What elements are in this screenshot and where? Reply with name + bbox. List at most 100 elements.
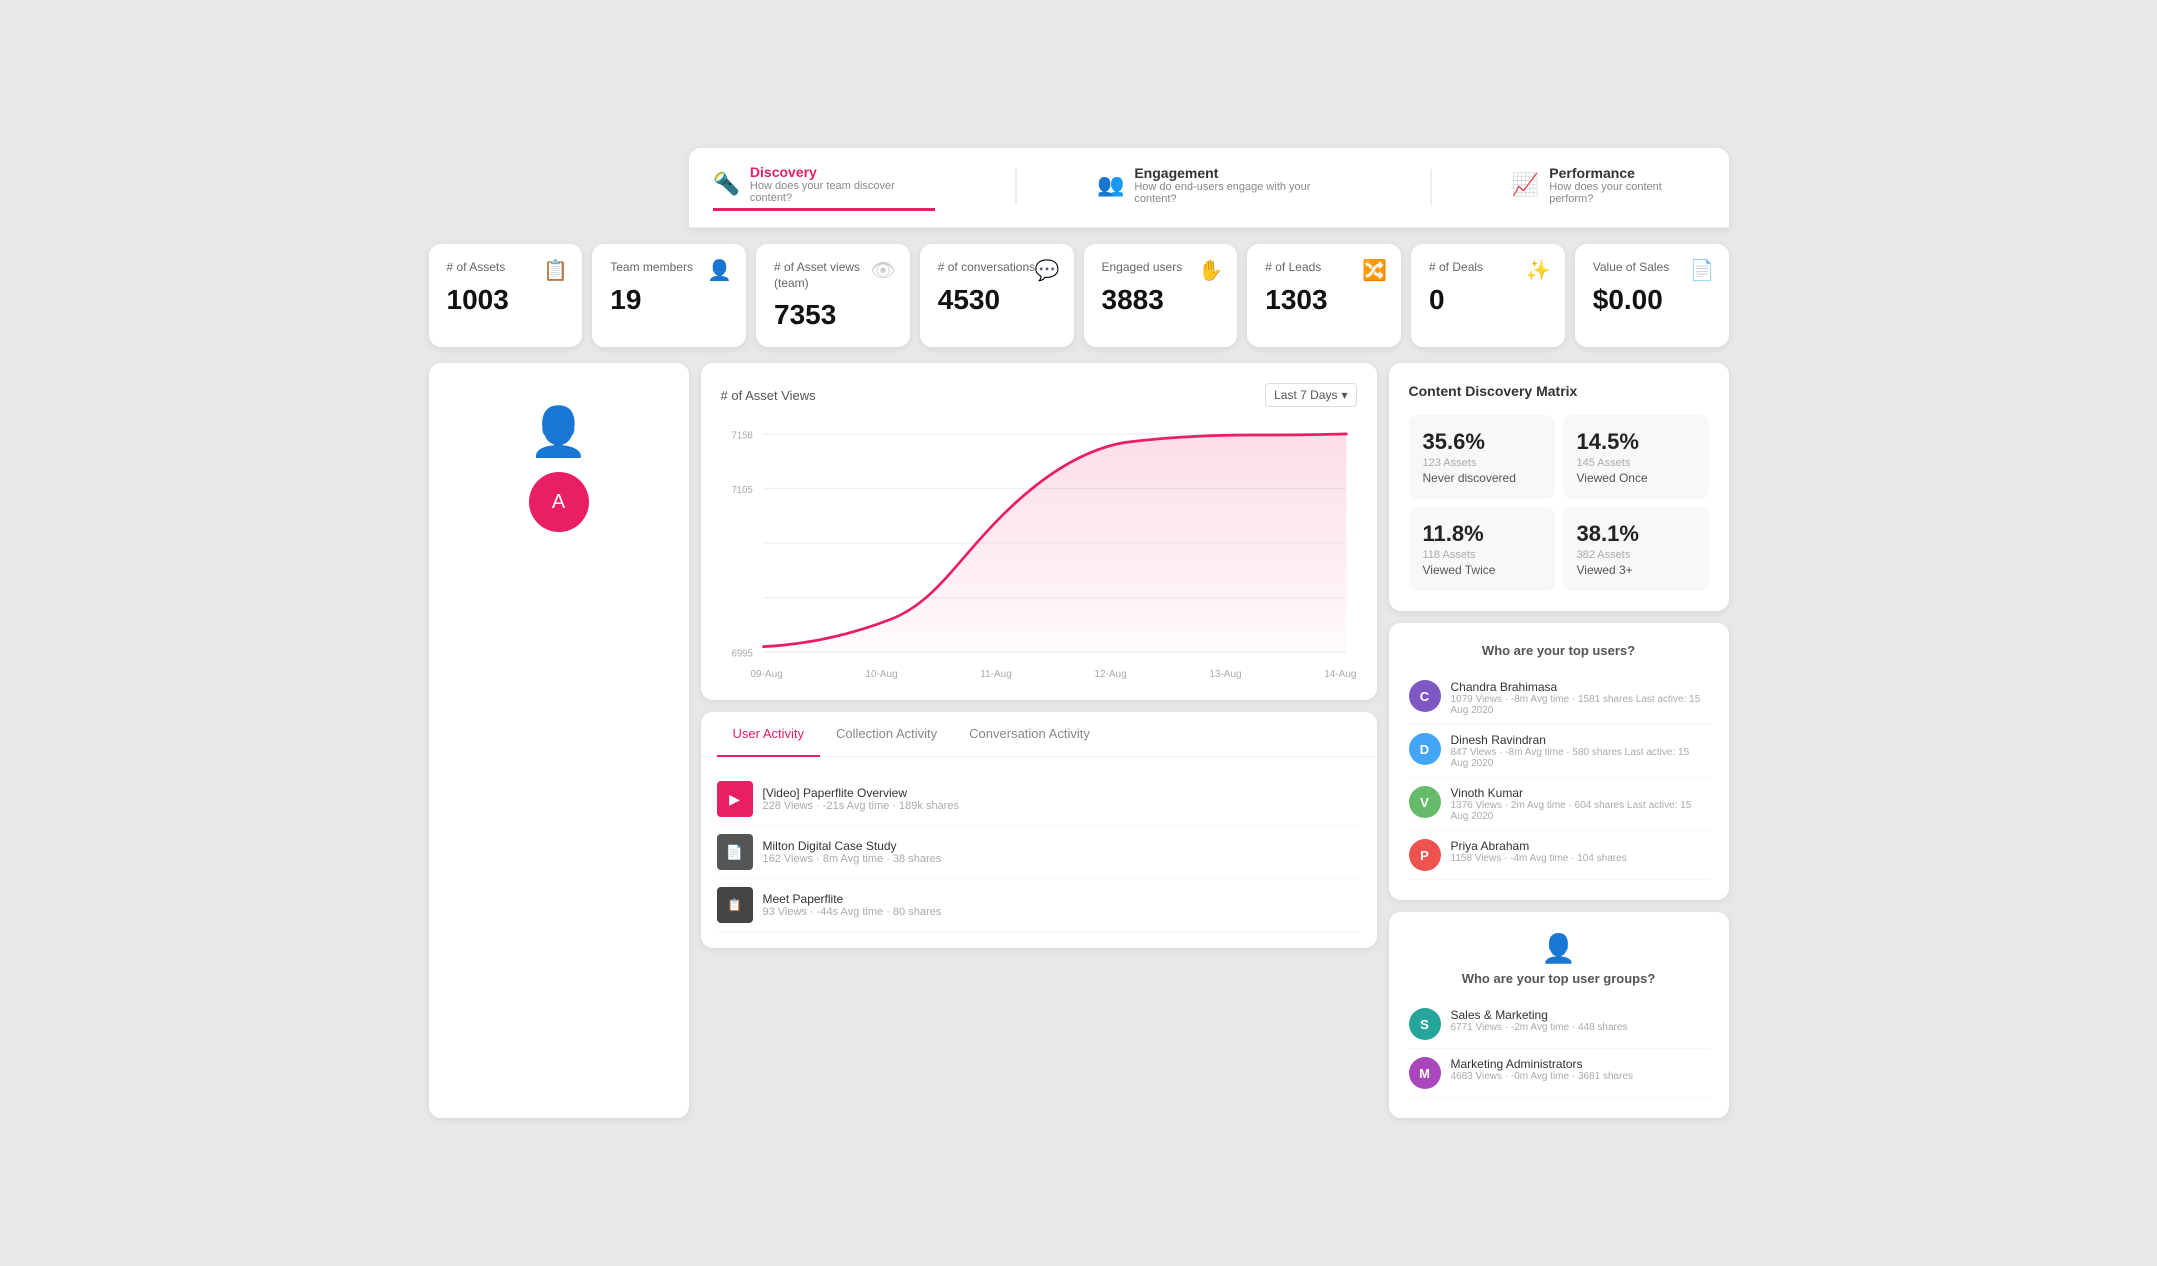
svg-text:7105: 7105 — [731, 485, 752, 496]
chart-filter-chevron: ▾ — [1341, 388, 1347, 402]
deals-icon: ✨ — [1526, 258, 1551, 283]
matrix-cell-1: 14.5% 145 Assets Viewed Once — [1563, 415, 1709, 499]
sidebar-avatar: A — [529, 472, 589, 532]
matrix-cell-2: 11.8% 118 Assets Viewed Twice — [1409, 507, 1555, 591]
asset-info-2: Meet Paperflite 93 Views · -44s Avg time… — [763, 892, 942, 918]
performance-icon: 📈 — [1512, 172, 1539, 198]
tab-performance[interactable]: 📈 Performance How does your content perf… — [1512, 165, 1705, 209]
bottom-panel: User Activity Collection Activity Conver… — [701, 712, 1377, 948]
asset-thumb-2: 📋 — [717, 887, 753, 923]
metric-card-team: 👤 Team members 19 — [592, 244, 746, 347]
asset-name-2: Meet Paperflite — [763, 892, 942, 906]
top-groups-card: 👤 Who are your top user groups? S Sales … — [1389, 912, 1729, 1118]
dashboard-container: 🔦 Discovery How does your team discover … — [429, 148, 1729, 1118]
matrix-assets-3: 382 Assets — [1577, 549, 1695, 561]
matrix-cell-3: 38.1% 382 Assets Viewed 3+ — [1563, 507, 1709, 591]
svg-text:7158: 7158 — [731, 430, 752, 441]
matrix-assets-2: 118 Assets — [1423, 549, 1541, 561]
matrix-pct-3: 38.1% — [1577, 521, 1695, 547]
top-nav-bar: 🔦 Discovery How does your team discover … — [689, 148, 1729, 228]
user-item: P Priya Abraham 1158 Views · -4m Avg tim… — [1409, 831, 1709, 880]
user-name-3: Priya Abraham — [1451, 839, 1627, 853]
nav-divider-2 — [1430, 169, 1432, 205]
leads-value: 1303 — [1265, 284, 1383, 316]
center-panel: # of Asset Views Last 7 Days ▾ — [701, 363, 1377, 1118]
group-avatar-0: S — [1409, 1008, 1441, 1040]
chart-x-labels: 09-Aug 10-Aug 11-Aug 12-Aug 13-Aug 14-Au… — [721, 663, 1357, 680]
engagement-icon: 👥 — [1097, 172, 1124, 198]
engaged-value: 3883 — [1102, 284, 1220, 316]
discovery-matrix-title: Content Discovery Matrix — [1409, 383, 1709, 399]
chart-filter-button[interactable]: Last 7 Days ▾ — [1265, 383, 1356, 407]
tab-user-activity[interactable]: User Activity — [717, 712, 821, 757]
chart-filter-label: Last 7 Days — [1274, 388, 1337, 402]
user-stats-2: 1376 Views · 2m Avg time · 604 shares La… — [1451, 800, 1709, 822]
user-avatar-0: C — [1409, 680, 1441, 712]
x-label-2: 11-Aug — [980, 669, 1012, 680]
matrix-pct-2: 11.8% — [1423, 521, 1541, 547]
matrix-label-2: Viewed Twice — [1423, 563, 1541, 577]
x-label-1: 10-Aug — [865, 669, 897, 680]
left-sidebar: 👤 A — [429, 363, 689, 1118]
group-stats-1: 4683 Views · -0m Avg time · 3681 shares — [1451, 1071, 1634, 1082]
x-label-0: 09-Aug — [751, 669, 783, 680]
group-name-0: Sales & Marketing — [1451, 1008, 1628, 1022]
top-users-card: Who are your top users? C Chandra Brahim… — [1389, 623, 1729, 900]
group-item: S Sales & Marketing 6771 Views · -2m Avg… — [1409, 1000, 1709, 1049]
matrix-pct-0: 35.6% — [1423, 429, 1541, 455]
user-name-0: Chandra Brahimasa — [1451, 680, 1709, 694]
tab-collection-activity[interactable]: Collection Activity — [820, 712, 953, 757]
user-item: V Vinoth Kumar 1376 Views · 2m Avg time … — [1409, 778, 1709, 831]
user-name-2: Vinoth Kumar — [1451, 786, 1709, 800]
assetviews-value: 7353 — [774, 299, 892, 331]
user-info-1: Dinesh Ravindran 847 Views · -8m Avg tim… — [1451, 733, 1709, 769]
user-info-3: Priya Abraham 1158 Views · -4m Avg time … — [1451, 839, 1627, 864]
user-avatar-3: P — [1409, 839, 1441, 871]
user-name-1: Dinesh Ravindran — [1451, 733, 1709, 747]
user-info-2: Vinoth Kumar 1376 Views · 2m Avg time · … — [1451, 786, 1709, 822]
tab-engagement-subtitle: How do end-users engage with your conten… — [1134, 181, 1350, 205]
top-groups-title: Who are your top user groups? — [1409, 971, 1709, 986]
asset-name-1: Milton Digital Case Study — [763, 839, 942, 853]
bottom-content: ▶ [Video] Paperflite Overview 228 Views … — [701, 757, 1377, 948]
tab-discovery[interactable]: 🔦 Discovery How does your team discover … — [713, 164, 935, 211]
sidebar-person-icon: 👤 — [445, 403, 673, 460]
list-item: 📄 Milton Digital Case Study 162 Views · … — [717, 826, 1361, 879]
metric-card-deals: ✨ # of Deals 0 — [1411, 244, 1565, 347]
list-item: 📋 Meet Paperflite 93 Views · -44s Avg ti… — [717, 879, 1361, 932]
metric-card-engaged: ✋ Engaged users 3883 — [1084, 244, 1238, 347]
top-users-title: Who are your top users? — [1409, 643, 1709, 658]
sales-icon: 📄 — [1690, 258, 1715, 283]
group-info-0: Sales & Marketing 6771 Views · -2m Avg t… — [1451, 1008, 1628, 1033]
right-panel: Content Discovery Matrix 35.6% 123 Asset… — [1389, 363, 1729, 1118]
tab-discovery-subtitle: How does your team discover content? — [750, 180, 935, 204]
tab-engagement[interactable]: 👥 Engagement How do end-users engage wit… — [1097, 165, 1350, 209]
groups-person-icon: 👤 — [1409, 932, 1709, 965]
metric-card-leads: 🔀 # of Leads 1303 — [1247, 244, 1401, 347]
svg-text:6995: 6995 — [731, 648, 752, 659]
conversations-value: 4530 — [938, 284, 1056, 316]
group-avatar-1: M — [1409, 1057, 1441, 1089]
tab-conversation-activity[interactable]: Conversation Activity — [953, 712, 1106, 757]
tab-discovery-title: Discovery — [750, 164, 935, 180]
matrix-assets-0: 123 Assets — [1423, 457, 1541, 469]
matrix-label-0: Never discovered — [1423, 471, 1541, 485]
chart-area: 7158 7105 6995 — [721, 423, 1357, 663]
matrix-pct-1: 14.5% — [1577, 429, 1695, 455]
chart-title: # of Asset Views — [721, 388, 816, 403]
group-item: M Marketing Administrators 4683 Views · … — [1409, 1049, 1709, 1098]
asset-info-1: Milton Digital Case Study 162 Views · 8m… — [763, 839, 942, 865]
discovery-matrix-card: Content Discovery Matrix 35.6% 123 Asset… — [1389, 363, 1729, 611]
matrix-grid: 35.6% 123 Assets Never discovered 14.5% … — [1409, 415, 1709, 591]
matrix-label-3: Viewed 3+ — [1577, 563, 1695, 577]
nav-divider-1 — [1015, 169, 1017, 205]
group-name-1: Marketing Administrators — [1451, 1057, 1634, 1071]
x-label-5: 14-Aug — [1324, 669, 1356, 680]
discovery-icon: 🔦 — [713, 171, 740, 197]
tab-engagement-title: Engagement — [1134, 165, 1350, 181]
sales-value: $0.00 — [1593, 284, 1711, 316]
matrix-label-1: Viewed Once — [1577, 471, 1695, 485]
user-stats-0: 1079 Views · -8m Avg time · 1581 shares … — [1451, 694, 1709, 716]
user-item: D Dinesh Ravindran 847 Views · -8m Avg t… — [1409, 725, 1709, 778]
group-stats-0: 6771 Views · -2m Avg time · 448 shares — [1451, 1022, 1628, 1033]
